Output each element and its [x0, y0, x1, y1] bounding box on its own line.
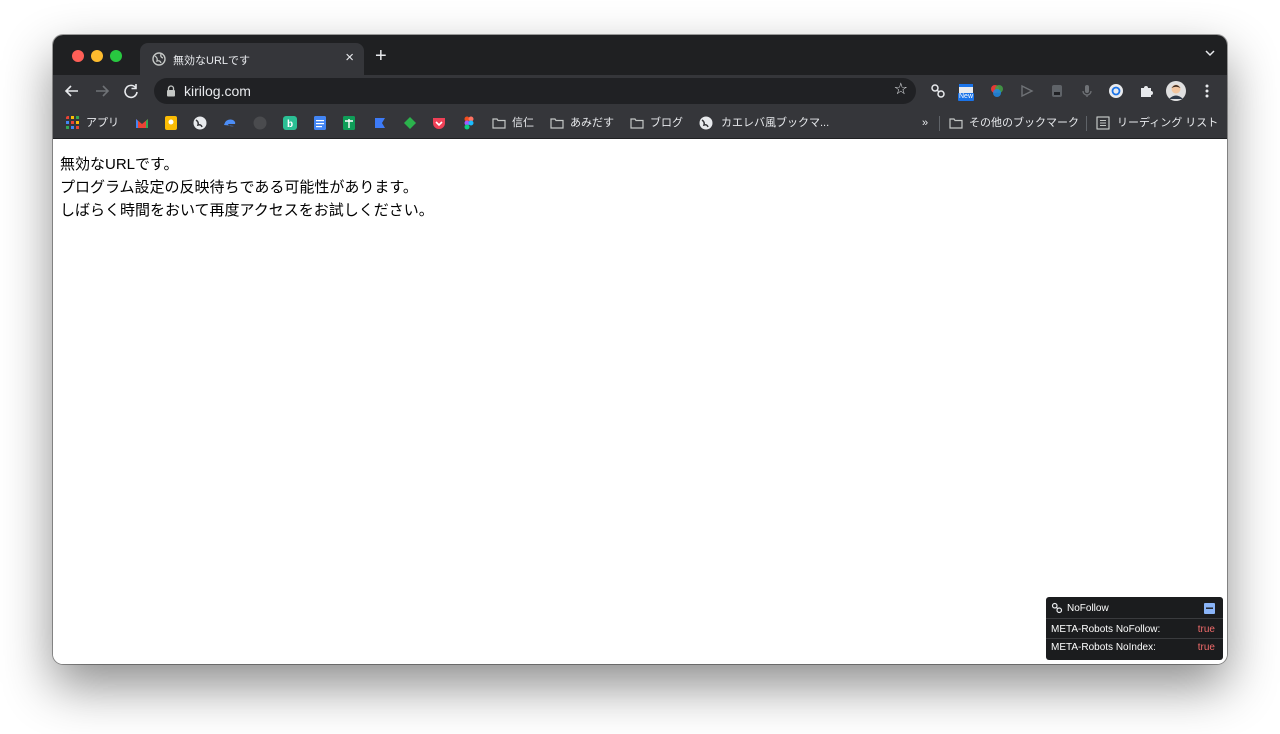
- noindex-value: true: [1197, 642, 1215, 653]
- toolbar: kirilog.com ☆ New: [53, 75, 1227, 108]
- globe-icon: [152, 52, 166, 66]
- github-icon[interactable]: [253, 116, 267, 130]
- folder-icon[interactable]: [550, 116, 564, 130]
- link-icon: [1051, 602, 1063, 614]
- page-content: 無効なURLです。 プログラム設定の反映待ちである可能性があります。 しばらく時…: [53, 139, 1227, 664]
- bookmark-overflow-chevron[interactable]: »: [922, 116, 928, 130]
- keep-icon[interactable]: [164, 116, 178, 130]
- globe-bookmark-icon[interactable]: [699, 116, 713, 130]
- url-text: kirilog.com: [184, 83, 251, 99]
- share-extension-icon[interactable]: [1019, 83, 1035, 99]
- folder-icon[interactable]: [630, 116, 644, 130]
- other-bookmarks[interactable]: その他のブックマーク: [969, 116, 1079, 130]
- reading-list-icon[interactable]: [1096, 116, 1110, 130]
- edge-icon[interactable]: [223, 116, 237, 130]
- close-window-button[interactable]: [72, 50, 84, 62]
- error-message-line-3: しばらく時間をおいて再度アクセスをお試しください。: [60, 202, 434, 219]
- puzzle-extensions-icon[interactable]: [1138, 83, 1154, 99]
- at-sign-extension-icon[interactable]: [1108, 83, 1124, 99]
- error-message-line-1: 無効なURLです。: [60, 156, 179, 173]
- nofollow-title: NoFollow: [1067, 603, 1109, 614]
- profile-avatar[interactable]: [1166, 81, 1186, 101]
- nofollow-extension-icon[interactable]: [930, 83, 946, 99]
- nofollow-panel: NoFollow META-Robots NoFollow: true META…: [1046, 597, 1223, 660]
- screen-capture-extension-icon[interactable]: [1049, 83, 1065, 99]
- panel-divider: [1046, 638, 1223, 639]
- color-picker-extension-icon[interactable]: [989, 83, 1005, 99]
- star-bookmark-icon[interactable]: ☆: [894, 81, 908, 99]
- globe-bookmark-icon[interactable]: [193, 116, 207, 130]
- flag-icon[interactable]: [373, 116, 387, 130]
- panel-divider: [1046, 618, 1223, 619]
- apps-grid-icon[interactable]: [66, 116, 80, 130]
- feedly-icon[interactable]: [403, 116, 417, 130]
- bookmark-kaereba[interactable]: カエレバ風ブックマ...: [721, 116, 829, 130]
- lock-icon[interactable]: [166, 85, 176, 97]
- tab-active[interactable]: 無効なURLです ×: [140, 43, 364, 75]
- more-vertical-icon[interactable]: [1199, 83, 1215, 99]
- google-docs-icon[interactable]: [313, 116, 327, 130]
- forward-arrow-icon[interactable]: [93, 82, 111, 100]
- gmail-icon[interactable]: [135, 116, 149, 130]
- bookmarks-bar: アプリ b 信仁 あみだす ブログ カエレバ風ブックマ... » その他のブック…: [53, 108, 1227, 139]
- b-app-icon[interactable]: b: [283, 116, 297, 130]
- figma-icon[interactable]: [462, 116, 476, 130]
- fullscreen-window-button[interactable]: [110, 50, 122, 62]
- bookmark-folder-1[interactable]: 信仁: [512, 116, 534, 130]
- nofollow-value: true: [1197, 624, 1215, 635]
- folder-icon[interactable]: [492, 116, 506, 130]
- tab-close-icon[interactable]: ×: [345, 50, 354, 66]
- bookmark-folder-3[interactable]: ブログ: [650, 116, 683, 130]
- folder-icon[interactable]: [949, 116, 963, 130]
- pocket-icon[interactable]: [432, 116, 446, 130]
- new-tab-button[interactable]: +: [375, 46, 387, 66]
- minimize-panel-icon[interactable]: [1204, 603, 1215, 614]
- error-message-line-2: プログラム設定の反映待ちである可能性があります。: [60, 179, 418, 196]
- back-arrow-icon[interactable]: [63, 82, 81, 100]
- reload-icon[interactable]: [122, 82, 140, 100]
- minimize-window-button[interactable]: [91, 50, 103, 62]
- nofollow-label: META-Robots NoFollow:: [1051, 624, 1161, 635]
- google-sheets-icon[interactable]: [342, 116, 356, 130]
- bookmark-separator: [939, 116, 940, 131]
- chevron-down-icon[interactable]: [1205, 49, 1215, 57]
- noindex-label: META-Robots NoIndex:: [1051, 642, 1156, 653]
- tab-strip: 無効なURLです × +: [53, 35, 1227, 75]
- reading-list[interactable]: リーディング リスト: [1117, 116, 1218, 130]
- tab-title: 無効なURLです: [173, 55, 251, 67]
- browser-window: 無効なURLです × + kirilog.com ☆ New アプリ b 信仁 …: [53, 35, 1227, 664]
- svg-text:b: b: [287, 119, 293, 130]
- new-extension-icon[interactable]: New: [958, 83, 975, 101]
- bookmark-folder-2[interactable]: あみだす: [570, 116, 614, 130]
- bookmark-apps[interactable]: アプリ: [86, 116, 119, 130]
- microphone-icon[interactable]: [1079, 83, 1095, 99]
- address-bar[interactable]: kirilog.com ☆: [154, 78, 916, 104]
- new-badge: New: [958, 93, 975, 101]
- bookmark-separator: [1086, 116, 1087, 131]
